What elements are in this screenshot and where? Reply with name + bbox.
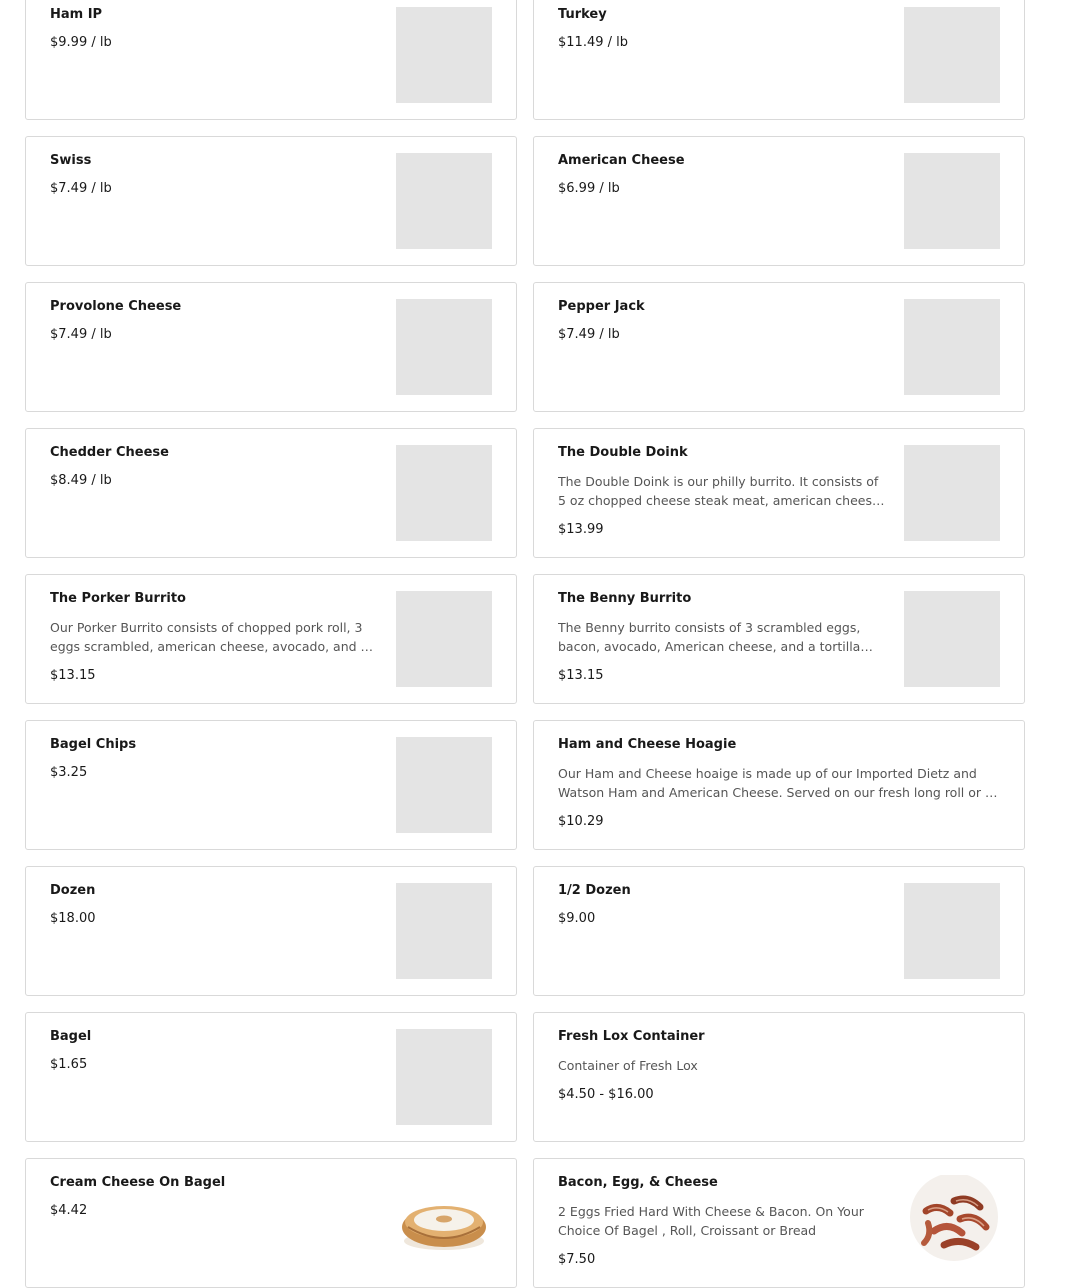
menu-item-price: $4.42 — [50, 1203, 88, 1218]
menu-item-price: $13.15 — [50, 668, 96, 683]
menu-item-image-placeholder — [396, 7, 492, 103]
menu-item-price: $7.49 / lb — [50, 327, 112, 342]
menu-item-price: $1.65 — [50, 1057, 88, 1072]
menu-item-image-placeholder — [904, 299, 1000, 395]
menu-item-name: Swiss — [50, 153, 92, 168]
menu-item-grid: Ham IP $9.99 / lb Turkey $11.49 / lb Swi… — [25, 0, 1025, 1288]
menu-item-name: The Double Doink — [558, 445, 688, 460]
menu-item-image-placeholder — [396, 737, 492, 833]
menu-item-text: Cream Cheese On Bagel $4.42 — [50, 1175, 380, 1219]
menu-item-name: Bagel Chips — [50, 737, 137, 752]
menu-item-name: Dozen — [50, 883, 96, 898]
menu-item-name: Bacon, Egg, & Cheese — [558, 1175, 718, 1190]
menu-item-text: The Double Doink The Double Doink is our… — [558, 445, 888, 538]
menu-item-card[interactable]: The Porker Burrito Our Porker Burrito co… — [25, 574, 517, 704]
menu-item-card[interactable]: Bagel Chips $3.25 — [25, 720, 517, 850]
bacon-egg-cheese-photo — [904, 1175, 1000, 1271]
menu-item-card[interactable]: Ham IP $9.99 / lb — [25, 0, 517, 120]
menu-item-card[interactable]: 1/2 Dozen $9.00 — [533, 866, 1025, 996]
menu-item-description: 2 Eggs Fried Hard With Cheese & Bacon. O… — [558, 1204, 864, 1238]
menu-item-name: Fresh Lox Container — [558, 1029, 705, 1044]
menu-item-image-placeholder — [396, 445, 492, 541]
menu-item-image-placeholder — [904, 883, 1000, 979]
menu-item-text: Ham IP $9.99 / lb — [50, 7, 380, 51]
menu-item-price: $4.50 - $16.00 — [558, 1087, 654, 1102]
menu-item-text: Dozen $18.00 — [50, 883, 380, 927]
menu-item-price: $9.00 — [558, 911, 596, 926]
menu-item-card[interactable]: Bagel $1.65 — [25, 1012, 517, 1142]
menu-item-description: Container of Fresh Lox — [558, 1058, 698, 1073]
menu-item-text: American Cheese $6.99 / lb — [558, 153, 888, 197]
menu-item-name: 1/2 Dozen — [558, 883, 631, 898]
menu-item-card[interactable]: Bacon, Egg, & Cheese 2 Eggs Fried Hard W… — [533, 1158, 1025, 1288]
menu-item-text: Bagel $1.65 — [50, 1029, 380, 1073]
menu-item-card[interactable]: Fresh Lox Container Container of Fresh L… — [533, 1012, 1025, 1142]
menu-item-image-placeholder — [904, 7, 1000, 103]
menu-item-name: The Benny Burrito — [558, 591, 692, 606]
menu-item-card[interactable]: American Cheese $6.99 / lb — [533, 136, 1025, 266]
menu-item-price: $3.25 — [50, 765, 88, 780]
menu-item-name: Ham and Cheese Hoagie — [558, 737, 737, 752]
menu-item-price: $7.49 / lb — [50, 181, 112, 196]
menu-item-card[interactable]: Pepper Jack $7.49 / lb — [533, 282, 1025, 412]
menu-item-name: Ham IP — [50, 7, 103, 22]
menu-item-name: Provolone Cheese — [50, 299, 182, 314]
cream-cheese-bagel-photo — [396, 1175, 492, 1271]
menu-item-card[interactable]: Chedder Cheese $8.49 / lb — [25, 428, 517, 558]
menu-item-name: Cream Cheese On Bagel — [50, 1175, 226, 1190]
menu-item-text: Chedder Cheese $8.49 / lb — [50, 445, 380, 489]
menu-item-card[interactable]: The Double Doink The Double Doink is our… — [533, 428, 1025, 558]
menu-item-text: Bacon, Egg, & Cheese 2 Eggs Fried Hard W… — [558, 1175, 888, 1268]
menu-item-name: Chedder Cheese — [50, 445, 169, 460]
menu-item-text: Pepper Jack $7.49 / lb — [558, 299, 888, 343]
menu-item-text: The Benny Burrito The Benny burrito cons… — [558, 591, 888, 684]
menu-item-text: Bagel Chips $3.25 — [50, 737, 380, 781]
menu-item-price: $11.49 / lb — [558, 35, 628, 50]
menu-item-image-placeholder — [904, 153, 1000, 249]
menu-item-name: The Porker Burrito — [50, 591, 186, 606]
menu-item-text: 1/2 Dozen $9.00 — [558, 883, 888, 927]
menu-item-card[interactable]: Cream Cheese On Bagel $4.42 — [25, 1158, 517, 1288]
menu-item-card[interactable]: Ham and Cheese Hoagie Our Ham and Cheese… — [533, 720, 1025, 850]
menu-item-price: $18.00 — [50, 911, 96, 926]
menu-item-price: $6.99 / lb — [558, 181, 620, 196]
menu-item-image-placeholder — [396, 153, 492, 249]
menu-item-text: Ham and Cheese Hoagie Our Ham and Cheese… — [558, 737, 998, 830]
menu-item-price: $7.50 — [558, 1252, 596, 1267]
menu-item-description: The Double Doink is our philly burrito. … — [558, 474, 884, 508]
menu-item-card[interactable]: Dozen $18.00 — [25, 866, 517, 996]
menu-item-price: $13.99 — [558, 522, 604, 537]
menu-item-price: $9.99 / lb — [50, 35, 112, 50]
menu-item-description: Our Ham and Cheese hoaige is made up of … — [558, 766, 993, 800]
menu-item-name: American Cheese — [558, 153, 685, 168]
menu-item-price: $13.15 — [558, 668, 604, 683]
menu-item-image-placeholder — [396, 883, 492, 979]
menu-item-text: Swiss $7.49 / lb — [50, 153, 380, 197]
menu-item-card[interactable]: Swiss $7.49 / lb — [25, 136, 517, 266]
menu-item-text: Provolone Cheese $7.49 / lb — [50, 299, 380, 343]
menu-item-text: Fresh Lox Container Container of Fresh L… — [558, 1029, 998, 1103]
menu-item-price: $7.49 / lb — [558, 327, 620, 342]
menu-item-name: Pepper Jack — [558, 299, 645, 314]
menu-item-image-placeholder — [904, 445, 1000, 541]
menu-item-description: The Benny burrito consists of 3 scramble… — [558, 620, 861, 654]
menu-item-price: $10.29 — [558, 814, 604, 829]
menu-item-text: The Porker Burrito Our Porker Burrito co… — [50, 591, 380, 684]
menu-item-price: $8.49 / lb — [50, 473, 112, 488]
menu-item-card[interactable]: Turkey $11.49 / lb — [533, 0, 1025, 120]
menu-item-image-placeholder — [396, 1029, 492, 1125]
menu-item-card[interactable]: Provolone Cheese $7.49 / lb — [25, 282, 517, 412]
menu-item-image-placeholder — [396, 299, 492, 395]
menu-item-text: Turkey $11.49 / lb — [558, 7, 888, 51]
menu-item-card[interactable]: The Benny Burrito The Benny burrito cons… — [533, 574, 1025, 704]
menu-item-image-placeholder — [904, 591, 1000, 687]
menu-item-name: Turkey — [558, 7, 607, 22]
menu-item-description: Our Porker Burrito consists of chopped p… — [50, 620, 369, 654]
menu-item-image-placeholder — [396, 591, 492, 687]
menu-item-name: Bagel — [50, 1029, 92, 1044]
